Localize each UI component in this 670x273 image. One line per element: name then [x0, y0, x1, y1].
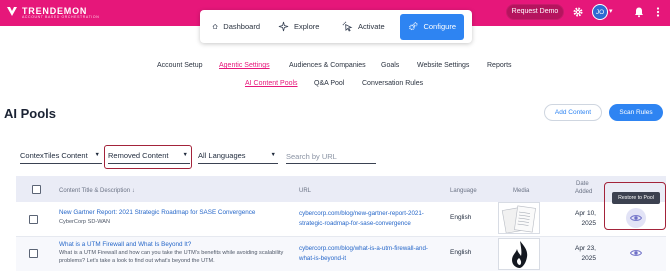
row-date-line1: Apr 23,	[575, 245, 596, 252]
select-all-checkbox[interactable]	[32, 185, 41, 194]
language-select[interactable]: All Languages ▼	[198, 150, 278, 164]
subnav-audiences-companies[interactable]: Audiences & Companies	[289, 62, 366, 69]
search-url-input[interactable]	[286, 150, 376, 164]
nav-configure[interactable]: Configure	[400, 13, 464, 40]
subnav-reports[interactable]: Reports	[487, 62, 512, 69]
header-date-line2: Added	[575, 189, 593, 195]
row-description-line1: What is a UTM Firewall and how can you t…	[59, 250, 284, 256]
nav-explore[interactable]: Explore	[270, 14, 332, 40]
header-media: Media	[513, 188, 530, 194]
header-date-line1: Date	[576, 181, 589, 187]
main-nav: Dashboard Explore Activate Configure	[200, 10, 472, 43]
nav-activate-label: Activate	[358, 22, 385, 31]
avatar-chevron-down-icon[interactable]: ▾	[609, 7, 613, 15]
bell-icon[interactable]	[633, 6, 645, 18]
flame-logo-thumbnail	[498, 238, 540, 270]
row-date-line1: Apr 10,	[575, 210, 596, 217]
row-language: English	[450, 249, 472, 256]
flame-logo-icon	[512, 241, 528, 268]
row-description-line2: problems? Let's take a look to find out …	[59, 258, 215, 264]
nav-dashboard[interactable]: Dashboard	[204, 14, 268, 40]
subnav-goals[interactable]: Goals	[381, 62, 399, 69]
annotation-highlight-restore	[604, 182, 666, 230]
row-title-link[interactable]: New Gartner Report: 2021 Strategic Roadm…	[59, 209, 255, 216]
home-icon	[212, 24, 218, 29]
scan-rules-button[interactable]: Scan Rules	[609, 104, 663, 121]
restore-to-pool-button[interactable]	[626, 243, 646, 263]
page-title: AI Pools	[4, 106, 57, 121]
annotation-highlight-status	[104, 145, 192, 169]
menu-dots-icon[interactable]	[652, 6, 664, 18]
settings-subnav: Account Setup Agentic Settings Audiences…	[0, 62, 670, 72]
content-type-value: ContexTiles Content	[20, 151, 88, 160]
row-language: English	[450, 214, 472, 221]
row-url-link-line1[interactable]: cybercorp.com/blog/new-gartner-report-20…	[299, 209, 424, 219]
content-type-select[interactable]: ContexTiles Content ▼	[20, 150, 102, 164]
nav-dashboard-label: Dashboard	[223, 22, 260, 31]
header-language: Language	[450, 188, 477, 194]
row-date-line2: 2025	[581, 220, 596, 227]
logo-tagline: ACCOUNT BASED ORCHESTRATION	[22, 15, 100, 19]
header-title[interactable]: Content Title & Description ↓	[59, 188, 135, 194]
eye-icon	[630, 250, 642, 256]
subnav-agentic-settings[interactable]: Agentic Settings	[219, 62, 270, 69]
row-checkbox[interactable]	[29, 215, 38, 224]
subnav-account-setup[interactable]: Account Setup	[157, 62, 203, 69]
subnav-website-settings[interactable]: Website Settings	[417, 62, 469, 69]
chevron-down-icon: ▼	[94, 152, 100, 158]
chevron-down-icon: ▼	[270, 152, 276, 158]
report-document-thumbnail	[498, 202, 540, 234]
request-demo-button[interactable]: Request Demo	[506, 4, 564, 20]
subnav-qa-pool[interactable]: Q&A Pool	[314, 80, 344, 87]
row-checkbox[interactable]	[29, 249, 38, 258]
subnav-ai-content-pools[interactable]: AI Content Pools	[245, 80, 298, 87]
cursor-click-icon	[342, 21, 353, 32]
nav-explore-label: Explore	[294, 22, 320, 31]
language-value: All Languages	[198, 151, 246, 160]
gear-icon[interactable]	[572, 6, 584, 18]
row-date-line2: 2025	[581, 255, 596, 262]
nav-activate[interactable]: Activate	[334, 14, 398, 40]
gears-icon	[409, 22, 418, 31]
agentic-subnav: AI Content Pools Q&A Pool Conversation R…	[0, 80, 670, 90]
row-url-link-line2[interactable]: what-is-beyond-it	[299, 254, 346, 264]
row-description: CyberCorp SD-WAN	[59, 219, 111, 225]
row-title-link[interactable]: What is a UTM Firewall and What Is Beyon…	[59, 241, 191, 248]
add-content-button[interactable]: Add Content	[544, 104, 602, 121]
row-url-link-line2[interactable]: strategic-roadmap-for-sase-convergence	[299, 219, 411, 229]
document-pages-icon	[501, 205, 536, 233]
subnav-conversation-rules[interactable]: Conversation Rules	[362, 80, 423, 87]
nav-configure-label: Configure	[423, 22, 456, 31]
logo-mark-icon	[7, 7, 17, 16]
header-url: URL	[299, 188, 312, 194]
avatar[interactable]: JO	[592, 4, 608, 20]
row-url-link-line1[interactable]: cybercorp.com/blog/what-is-a-utm-firewal…	[299, 244, 428, 254]
sparkle-icon	[278, 21, 289, 32]
